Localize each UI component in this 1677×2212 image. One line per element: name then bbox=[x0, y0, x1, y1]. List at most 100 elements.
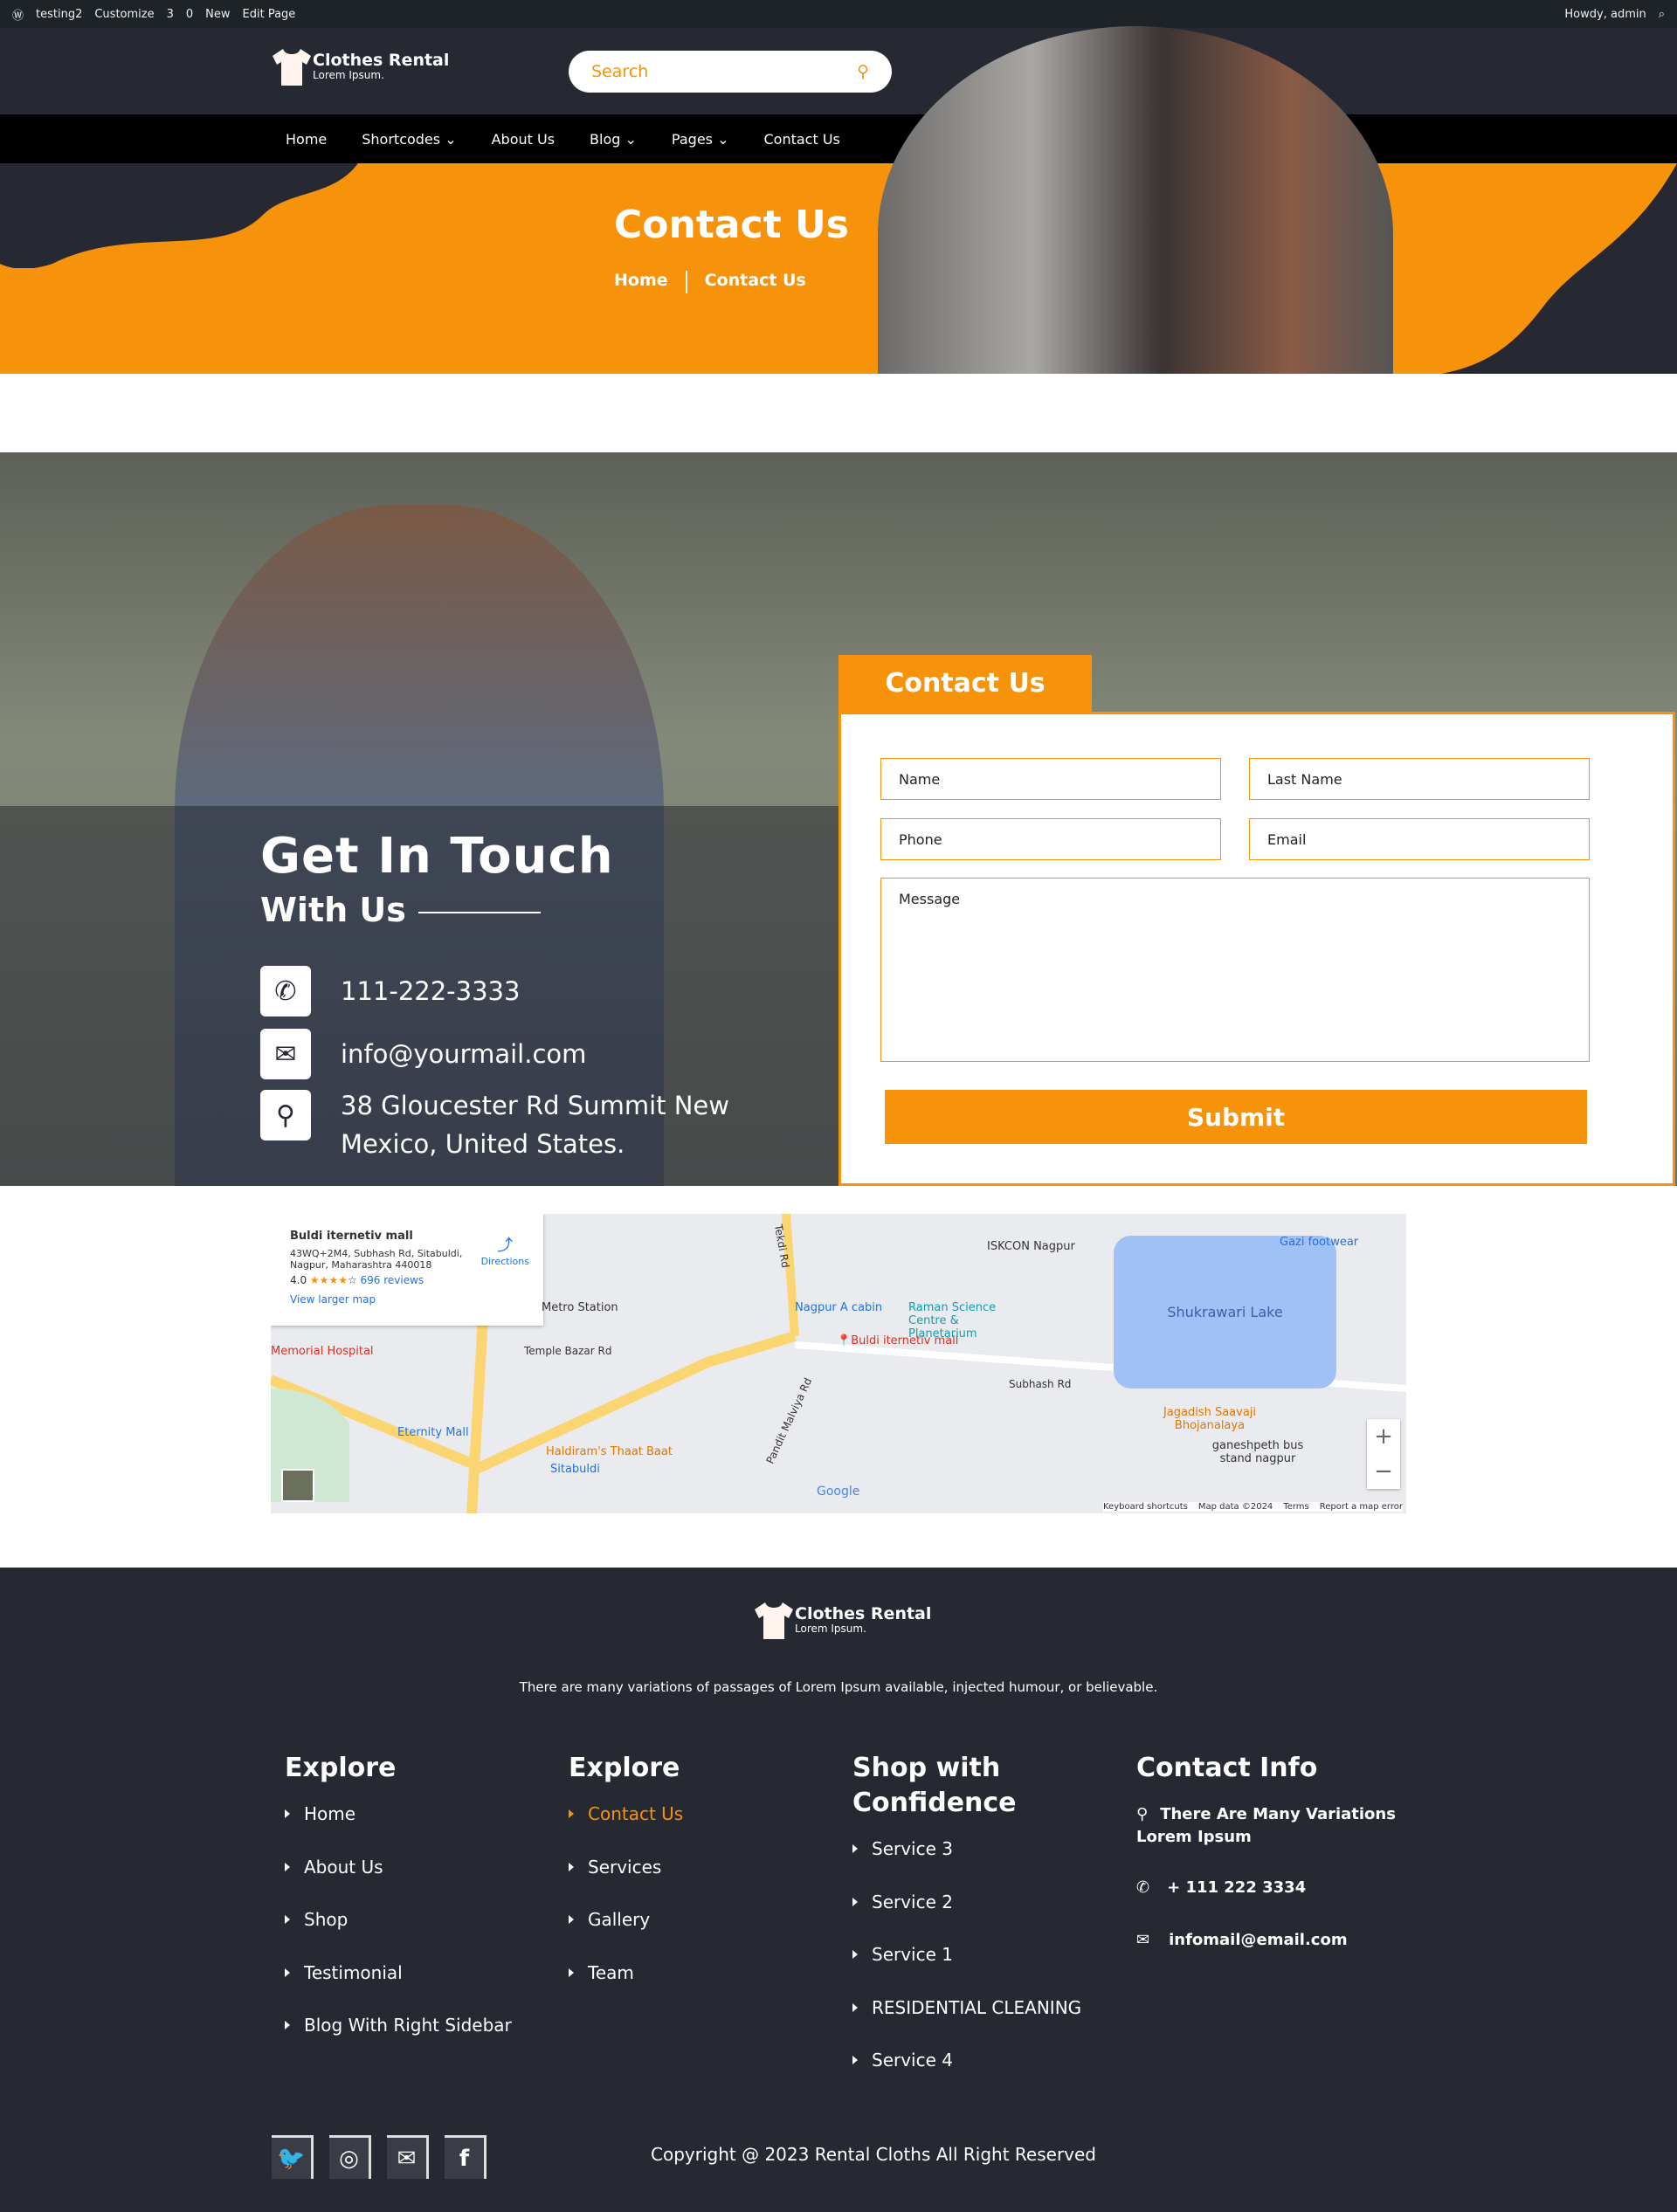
footer-link[interactable]: Service 4 bbox=[852, 2050, 953, 2071]
map-label: Sitabuldi bbox=[550, 1463, 600, 1476]
comments-link[interactable]: 0 bbox=[186, 8, 193, 21]
footer-description: There are many variations of passages of… bbox=[519, 1679, 1158, 1695]
map-label: ISKCON Nagpur bbox=[987, 1240, 1075, 1253]
search-icon[interactable]: ⌕ bbox=[1659, 8, 1665, 21]
breadcrumb-current: Contact Us bbox=[704, 271, 806, 290]
brand-name: Clothes Rental bbox=[795, 1604, 932, 1623]
shirt-icon bbox=[273, 49, 311, 86]
map-label: ganeshpeth bus stand nagpur bbox=[1211, 1439, 1304, 1465]
footer-link[interactable]: Service 2 bbox=[852, 1892, 953, 1912]
footer-link[interactable]: Services bbox=[569, 1857, 661, 1878]
map-pin-icon: ⚲ bbox=[260, 1090, 311, 1140]
submit-button[interactable]: Submit bbox=[885, 1090, 1587, 1144]
footer-link[interactable]: Service 1 bbox=[852, 1944, 953, 1965]
google-map[interactable]: Buldi iternetiv mall 43WQ+2M4, Subhash R… bbox=[271, 1214, 1406, 1513]
logo[interactable]: Clothes Rental Lorem Ipsum. bbox=[271, 45, 449, 87]
map-label: Eternity Mall bbox=[397, 1426, 469, 1439]
map-label: Haldiram's Thaat Baat bbox=[546, 1445, 673, 1458]
map-label: Raman Science Centre & Planetarium bbox=[908, 1301, 997, 1340]
contact-subtitle: With Us bbox=[260, 891, 541, 929]
footer-link[interactable]: Blog With Right Sidebar bbox=[285, 2015, 512, 2036]
reviews-link[interactable]: 696 reviews bbox=[361, 1274, 424, 1286]
footer-heading: Explore bbox=[285, 1753, 397, 1783]
search-input[interactable]: Search ⚲ bbox=[569, 51, 892, 93]
map-label: Metro Station bbox=[542, 1301, 618, 1314]
admin-bar: Ⓦ testing2 Customize 3 0 New Edit Page H… bbox=[0, 0, 1677, 28]
edit-page-link[interactable]: Edit Page bbox=[243, 8, 296, 21]
search-icon[interactable]: ⚲ bbox=[857, 62, 869, 81]
contact-section: Get In Touch With Us ✆ 111-222-3333 ✉ info… bbox=[0, 452, 1677, 1186]
directions-button[interactable]: ⤴ Directions bbox=[481, 1233, 529, 1267]
map-label: Memorial Hospital bbox=[271, 1345, 374, 1358]
map-pin-icon: ⚲ bbox=[1136, 1805, 1149, 1823]
footer-email[interactable]: ✉ infomail@email.com bbox=[1136, 1931, 1348, 1949]
name-field[interactable]: Name bbox=[880, 758, 1221, 800]
satellite-toggle[interactable] bbox=[281, 1469, 314, 1502]
nav-home[interactable]: Home bbox=[286, 131, 327, 148]
footer-logo[interactable]: Clothes Rental Lorem Ipsum. bbox=[753, 1599, 931, 1641]
footer-heading: Explore bbox=[569, 1753, 680, 1783]
shirt-icon bbox=[755, 1602, 793, 1639]
footer-link-active[interactable]: Contact Us bbox=[569, 1803, 683, 1824]
footer-link[interactable]: Gallery bbox=[569, 1909, 650, 1930]
footer-phone: ✆ + 111 222 3334 bbox=[1136, 1878, 1307, 1897]
place-address: 43WQ+2M4, Subhash Rd, Sitabuldi, Nagpur,… bbox=[290, 1248, 463, 1271]
zoom-out-button[interactable]: − bbox=[1367, 1454, 1400, 1489]
contact-form: Name Last Name Phone Email Message Submi… bbox=[838, 712, 1675, 1186]
howdy-link[interactable]: Howdy, admin bbox=[1564, 8, 1646, 21]
site-link[interactable]: testing2 bbox=[36, 8, 82, 21]
wave-decoration bbox=[0, 163, 358, 268]
envelope-icon: ✉ bbox=[1136, 1931, 1150, 1949]
customize-link[interactable]: Customize bbox=[94, 8, 154, 21]
map-label: Gazi footwear bbox=[1280, 1236, 1359, 1249]
zoom-in-button[interactable]: + bbox=[1367, 1419, 1400, 1454]
phone-icon: ✆ bbox=[1136, 1878, 1150, 1897]
footer: Clothes Rental Lorem Ipsum. There are man… bbox=[0, 1568, 1677, 2212]
footer-link[interactable]: RESIDENTIAL CLEANING bbox=[852, 1997, 1081, 2018]
footer-link[interactable]: Home bbox=[285, 1803, 355, 1824]
instagram-icon[interactable]: ◎ bbox=[329, 2135, 371, 2179]
map-data: Map data ©2024 bbox=[1197, 1502, 1273, 1512]
nav-contact[interactable]: Contact Us bbox=[764, 131, 840, 148]
nav-shortcodes[interactable]: Shortcodes ⌄ bbox=[362, 131, 456, 148]
google-logo: Google bbox=[817, 1485, 860, 1499]
message-field[interactable]: Message bbox=[880, 878, 1590, 1062]
breadcrumb-home[interactable]: Home bbox=[614, 271, 668, 293]
breadcrumb: Home Contact Us bbox=[614, 271, 806, 293]
updates-link[interactable]: 3 bbox=[167, 8, 174, 21]
map-label: Jagadish Saavaji Bhojanalaya bbox=[1163, 1406, 1257, 1432]
footer-heading: Contact Info bbox=[1136, 1753, 1318, 1783]
zoom-controls[interactable]: + − bbox=[1367, 1419, 1400, 1489]
email-field[interactable]: Email bbox=[1249, 818, 1590, 860]
footer-link[interactable]: Team bbox=[569, 1962, 634, 1983]
map-label: Temple Bazar Rd bbox=[524, 1345, 612, 1357]
new-link[interactable]: New bbox=[205, 8, 230, 21]
nav-blog[interactable]: Blog ⌄ bbox=[590, 131, 637, 148]
footer-link[interactable]: About Us bbox=[285, 1857, 383, 1878]
twitter-icon[interactable]: 🐦 bbox=[272, 2135, 314, 2179]
email-icon[interactable]: ✉ bbox=[387, 2135, 429, 2179]
terms-link[interactable]: Terms bbox=[1283, 1502, 1308, 1512]
contact-title: Get In Touch bbox=[260, 828, 614, 885]
phone-field[interactable]: Phone bbox=[880, 818, 1221, 860]
footer-link[interactable]: Service 3 bbox=[852, 1838, 953, 1859]
brand-tagline: Lorem Ipsum. bbox=[313, 69, 384, 81]
map-label: Nagpur A cabin bbox=[795, 1301, 883, 1314]
nav-about[interactable]: About Us bbox=[492, 131, 555, 148]
footer-link[interactable]: Shop bbox=[285, 1909, 348, 1930]
place-card: Buldi iternetiv mall 43WQ+2M4, Subhash R… bbox=[271, 1214, 543, 1326]
facebook-icon[interactable]: f bbox=[445, 2135, 487, 2179]
wordpress-icon[interactable]: Ⓦ bbox=[12, 6, 24, 23]
map-footer: Keyboard shortcuts Map data ©2024 Terms Rep… bbox=[1103, 1502, 1403, 1512]
report-error-link[interactable]: Report a map error bbox=[1320, 1502, 1403, 1512]
footer-heading: Shop with Confidence bbox=[852, 1753, 1017, 1818]
footer-link[interactable]: Testimonial bbox=[285, 1962, 403, 1983]
phone-info: ✆ 111-222-3333 bbox=[260, 966, 520, 1016]
main-nav: Home Shortcodes ⌄ About Us Blog ⌄ Pages … bbox=[0, 114, 1677, 163]
email-info: ✉ info@yourmail.com bbox=[260, 1029, 586, 1079]
page-title: Contact Us bbox=[614, 203, 849, 247]
nav-pages[interactable]: Pages ⌄ bbox=[672, 131, 729, 148]
keyboard-shortcuts-link[interactable]: Keyboard shortcuts bbox=[1103, 1502, 1188, 1512]
view-larger-map-link[interactable]: View larger map bbox=[290, 1293, 524, 1306]
last-name-field[interactable]: Last Name bbox=[1249, 758, 1590, 800]
